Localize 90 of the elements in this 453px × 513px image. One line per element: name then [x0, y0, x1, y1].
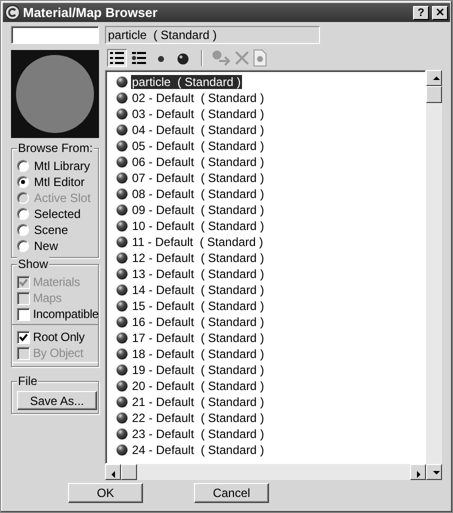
scroll-thumb[interactable]: [426, 86, 442, 103]
sphere-icon: [116, 396, 128, 408]
material-item[interactable]: 23 - Default ( Standard ): [131, 427, 266, 441]
scroll-right-button[interactable]: [410, 464, 426, 480]
checkbox-label: By Object: [33, 346, 84, 360]
vertical-scrollbar[interactable]: [426, 70, 442, 480]
scroll-left-button[interactable]: [105, 464, 121, 480]
material-item[interactable]: 24 - Default ( Standard ): [131, 443, 266, 457]
group-title: Show: [17, 257, 50, 271]
radio-button[interactable]: [17, 240, 29, 252]
material-item[interactable]: 21 - Default ( Standard ): [131, 395, 266, 409]
sphere-icon: [116, 332, 128, 344]
sphere-icon: [116, 92, 128, 104]
material-item[interactable]: 11 - Default ( Standard ): [131, 235, 264, 249]
app-logo-icon: [5, 5, 20, 20]
sphere-icon: [116, 428, 128, 440]
scroll-thumb[interactable]: [121, 464, 137, 480]
material-item[interactable]: 04 - Default ( Standard ): [131, 123, 266, 137]
checkbox[interactable]: [17, 330, 30, 344]
group-title: Browse From:: [17, 141, 94, 155]
material-item[interactable]: particle ( Standard ): [131, 75, 242, 89]
sphere-icon: [116, 444, 128, 456]
sphere-icon: [116, 76, 128, 88]
material-item[interactable]: 18 - Default ( Standard ): [131, 347, 266, 361]
sphere-icon: [116, 380, 128, 392]
material-item[interactable]: 07 - Default ( Standard ): [131, 171, 266, 185]
sphere-icon: [116, 188, 128, 200]
list-view-icon: [108, 50, 126, 66]
material-item[interactable]: 17 - Default ( Standard ): [131, 331, 266, 345]
material-item[interactable]: 10 - Default ( Standard ): [131, 219, 266, 233]
material-item[interactable]: 14 - Default ( Standard ): [131, 283, 266, 297]
sphere-icon: [116, 348, 128, 360]
sphere-icon: [116, 252, 128, 264]
checkbox-label: Root Only: [33, 330, 85, 344]
window-title: Material/Map Browser: [23, 5, 158, 20]
checkbox[interactable]: [17, 308, 30, 320]
sphere-icon: [116, 140, 128, 152]
material-item[interactable]: 16 - Default ( Standard ): [131, 315, 266, 329]
sphere-icon: [116, 220, 128, 232]
checkbox-label: Maps: [33, 291, 62, 305]
material-item[interactable]: 05 - Default ( Standard ): [131, 139, 266, 153]
radio-label: Active Slot: [34, 191, 91, 205]
radio-button[interactable]: [17, 224, 29, 236]
material-item[interactable]: 13 - Default ( Standard ): [131, 267, 266, 281]
sphere-icon: [116, 124, 128, 136]
material-item[interactable]: 02 - Default ( Standard ): [131, 91, 266, 105]
sphere-icon: [116, 316, 128, 328]
radio-label: New: [34, 239, 58, 253]
material-name-display: particle ( Standard ): [105, 26, 320, 44]
material-item[interactable]: 20 - Default ( Standard ): [131, 379, 266, 393]
material-item[interactable]: 06 - Default ( Standard ): [131, 155, 266, 169]
sphere-icon: [116, 364, 128, 376]
material-item[interactable]: 08 - Default ( Standard ): [131, 187, 266, 201]
material-item[interactable]: 15 - Default ( Standard ): [131, 299, 266, 313]
ok-button[interactable]: OK: [68, 483, 143, 503]
sphere-icon: [116, 412, 128, 424]
radio-label: Mtl Editor: [34, 175, 85, 189]
radio-label: Scene: [34, 223, 68, 237]
material-item[interactable]: 19 - Default ( Standard ): [131, 363, 266, 377]
material-item[interactable]: 09 - Default ( Standard ): [131, 203, 266, 217]
sphere-icon: [116, 156, 128, 168]
radio-button[interactable]: [17, 208, 29, 220]
name-field[interactable]: [11, 26, 99, 44]
cancel-button[interactable]: Cancel: [194, 483, 269, 503]
group-title: File: [17, 374, 38, 388]
checkbox-label: Materials: [33, 275, 80, 289]
save-as-button[interactable]: Save As...: [17, 391, 97, 410]
view-mode-button[interactable]: [129, 49, 149, 67]
view-mode-button[interactable]: [107, 49, 127, 67]
material-item[interactable]: 03 - Default ( Standard ): [131, 107, 266, 121]
sphere-icon: [116, 300, 128, 312]
sphere-icon: [116, 108, 128, 120]
sphere-icon: [116, 172, 128, 184]
horizontal-scrollbar[interactable]: [105, 464, 426, 480]
radio-button[interactable]: [17, 176, 29, 188]
sphere-icon: [116, 268, 128, 280]
scroll-up-button[interactable]: [426, 70, 442, 86]
close-button[interactable]: ✕: [432, 6, 448, 20]
radio-label: Selected: [34, 207, 81, 221]
material-item[interactable]: 22 - Default ( Standard ): [131, 411, 266, 425]
scroll-down-button[interactable]: [426, 464, 442, 480]
radio-button[interactable]: [17, 160, 29, 172]
sphere-icon: [116, 204, 128, 216]
help-button[interactable]: ?: [413, 6, 429, 20]
sphere-icon: [116, 284, 128, 296]
list-view-icon: [130, 50, 148, 66]
material-item[interactable]: 12 - Default ( Standard ): [131, 251, 266, 265]
radio-label: Mtl Library: [34, 159, 90, 173]
sphere-icon: [116, 236, 128, 248]
checkbox-label: Incompatible: [33, 307, 99, 321]
